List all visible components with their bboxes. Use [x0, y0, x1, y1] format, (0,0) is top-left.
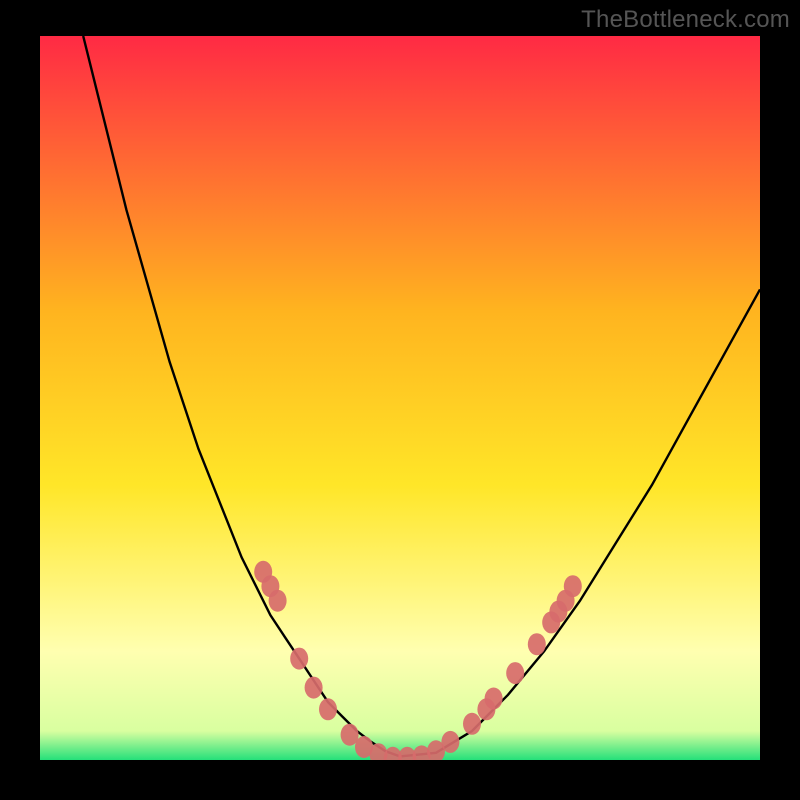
marker-point [441, 731, 459, 753]
plot-area [40, 36, 760, 760]
marker-point [485, 688, 503, 710]
marker-point [269, 590, 287, 612]
marker-point [305, 677, 323, 699]
marker-point [463, 713, 481, 735]
marker-point [290, 648, 308, 670]
watermark-text: TheBottleneck.com [581, 6, 790, 34]
gradient-background [40, 36, 760, 760]
chart-frame: TheBottleneck.com [0, 0, 800, 800]
chart-svg [40, 36, 760, 760]
marker-point [506, 662, 524, 684]
marker-point [319, 698, 337, 720]
marker-point [528, 633, 546, 655]
marker-point [564, 575, 582, 597]
